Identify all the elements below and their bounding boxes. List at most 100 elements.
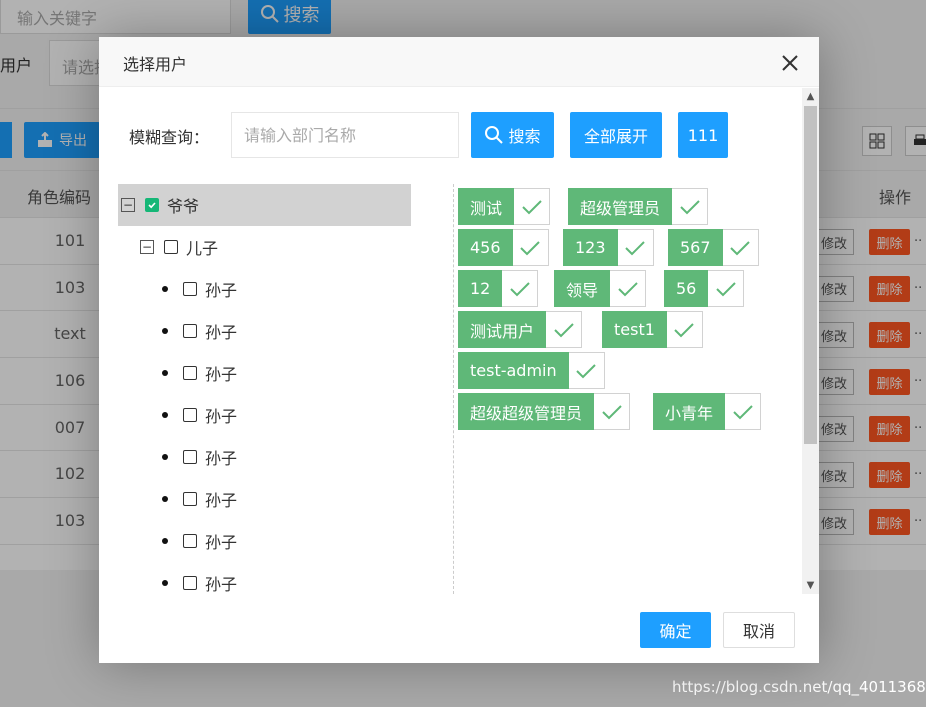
check-icon[interactable] <box>672 188 709 225</box>
cancel-button[interactable]: 取消 <box>723 612 795 648</box>
check-icon[interactable] <box>725 393 762 430</box>
department-tree: − 爷爷 − 儿子 孙子 孙子 孙子 孙子 孙子 孙子 孙子 孙子 <box>118 184 411 594</box>
user-tag[interactable]: 超级管理员 <box>568 188 709 225</box>
tree-node-leaf[interactable]: 孙子 <box>118 352 411 394</box>
extra-button[interactable]: 111 <box>678 112 728 158</box>
tree-node-root[interactable]: − 爷爷 <box>118 184 411 226</box>
check-icon[interactable] <box>610 270 647 307</box>
tree-node-label: 儿子 <box>186 239 219 258</box>
dialog-title: 选择用户 <box>123 55 188 74</box>
check-icon[interactable] <box>594 393 631 430</box>
watermark: https://blog.csdn.net/qq_40113688 <box>672 678 926 696</box>
dialog-body: 模糊查询： 搜索 全部展开 111 − 爷爷 − 儿子 孙子 孙子 孙子 <box>99 88 819 594</box>
expand-all-button[interactable]: 全部展开 <box>570 112 662 158</box>
check-icon[interactable] <box>617 229 654 266</box>
tree-node-label: 孙子 <box>205 575 238 594</box>
user-tag-label: 超级超级管理员 <box>458 393 595 430</box>
user-tag[interactable]: test1 <box>602 311 703 348</box>
bullet-icon <box>162 538 168 544</box>
search-icon <box>485 126 504 144</box>
tree-node-label: 孙子 <box>205 491 238 510</box>
tree-node-label: 孙子 <box>205 449 238 468</box>
user-tag-label: 领导 <box>554 270 611 307</box>
check-icon[interactable] <box>722 229 759 266</box>
check-icon[interactable] <box>512 229 549 266</box>
tree-node-leaf[interactable]: 孙子 <box>118 562 411 594</box>
collapse-icon[interactable]: − <box>140 240 154 254</box>
check-icon[interactable] <box>708 270 745 307</box>
scroll-down-icon[interactable]: ▼ <box>802 577 819 594</box>
tree-node-child[interactable]: − 儿子 <box>118 226 411 268</box>
tree-node-leaf[interactable]: 孙子 <box>118 394 411 436</box>
user-tag[interactable]: 56 <box>664 270 745 307</box>
checkbox-icon[interactable] <box>183 366 197 380</box>
bullet-icon <box>162 580 168 586</box>
scroll-thumb[interactable] <box>804 106 817 444</box>
user-tag-label: 123 <box>563 229 618 266</box>
user-tag[interactable]: test-admin <box>458 352 605 389</box>
checkbox-icon[interactable] <box>183 492 197 506</box>
checkbox-icon[interactable] <box>183 282 197 296</box>
checkbox-icon[interactable] <box>164 240 178 254</box>
tree-node-leaf[interactable]: 孙子 <box>118 436 411 478</box>
user-tag[interactable]: 超级超级管理员 <box>458 393 631 430</box>
user-tag-label: 测试 <box>458 188 515 225</box>
checkbox-icon[interactable] <box>183 450 197 464</box>
user-tag[interactable]: 小青年 <box>653 393 762 430</box>
bullet-icon <box>162 496 168 502</box>
collapse-icon[interactable]: − <box>121 198 135 212</box>
user-tag[interactable]: 123 <box>563 229 654 266</box>
user-tag-label: 测试用户 <box>458 311 547 348</box>
user-tag-label: test1 <box>602 311 667 348</box>
user-tag[interactable]: 领导 <box>554 270 647 307</box>
select-user-dialog: 选择用户 模糊查询： 搜索 全部展开 111 − 爷爷 − 儿子 <box>99 37 819 663</box>
tree-node-leaf[interactable]: 孙子 <box>118 520 411 562</box>
tree-node-leaf[interactable]: 孙子 <box>118 268 411 310</box>
check-icon[interactable] <box>568 352 605 389</box>
user-tag[interactable]: 测试 <box>458 188 551 225</box>
check-icon[interactable] <box>666 311 703 348</box>
close-icon[interactable] <box>779 52 801 74</box>
user-tag-label: 56 <box>664 270 709 307</box>
fuzzy-search-label: 模糊查询： <box>129 128 210 147</box>
checkbox-icon[interactable] <box>183 576 197 590</box>
dialog-header: 选择用户 <box>99 37 819 87</box>
user-tag-label: 567 <box>668 229 723 266</box>
check-icon[interactable] <box>546 311 583 348</box>
tree-node-leaf[interactable]: 孙子 <box>118 310 411 352</box>
bullet-icon <box>162 454 168 460</box>
tree-node-label: 孙子 <box>205 407 238 426</box>
user-tag-label: 小青年 <box>653 393 726 430</box>
search-button-label: 搜索 <box>508 127 541 146</box>
user-tag-label: 超级管理员 <box>568 188 673 225</box>
checkbox-icon[interactable] <box>183 534 197 548</box>
dialog-footer: 确定 取消 <box>99 594 819 663</box>
tree-node-label: 孙子 <box>205 365 238 384</box>
dialog-scrollbar[interactable]: ▲ ▼ <box>802 88 819 594</box>
department-search-input[interactable] <box>231 112 459 158</box>
bullet-icon <box>162 412 168 418</box>
user-tag[interactable]: 测试用户 <box>458 311 583 348</box>
confirm-button[interactable]: 确定 <box>640 612 711 648</box>
bullet-icon <box>162 328 168 334</box>
user-tag-label: 12 <box>458 270 503 307</box>
tree-node-label: 孙子 <box>205 323 238 342</box>
user-tag[interactable]: 567 <box>668 229 759 266</box>
checkbox-icon[interactable] <box>183 408 197 422</box>
user-tag[interactable]: 12 <box>458 270 539 307</box>
user-tag[interactable]: 456 <box>458 229 549 266</box>
scroll-up-icon[interactable]: ▲ <box>802 88 819 105</box>
panel-divider <box>453 184 454 594</box>
bullet-icon <box>162 370 168 376</box>
check-icon[interactable] <box>502 270 539 307</box>
tree-node-label: 孙子 <box>205 281 238 300</box>
check-icon[interactable] <box>514 188 551 225</box>
tree-node-leaf[interactable]: 孙子 <box>118 478 411 520</box>
tree-node-label: 孙子 <box>205 533 238 552</box>
checkbox-icon[interactable] <box>183 324 197 338</box>
checkbox-checked-icon[interactable] <box>145 198 159 212</box>
user-tag-label: test-admin <box>458 352 569 389</box>
user-tag-label: 456 <box>458 229 513 266</box>
tree-node-label: 爷爷 <box>167 197 200 216</box>
search-button[interactable]: 搜索 <box>471 112 554 158</box>
